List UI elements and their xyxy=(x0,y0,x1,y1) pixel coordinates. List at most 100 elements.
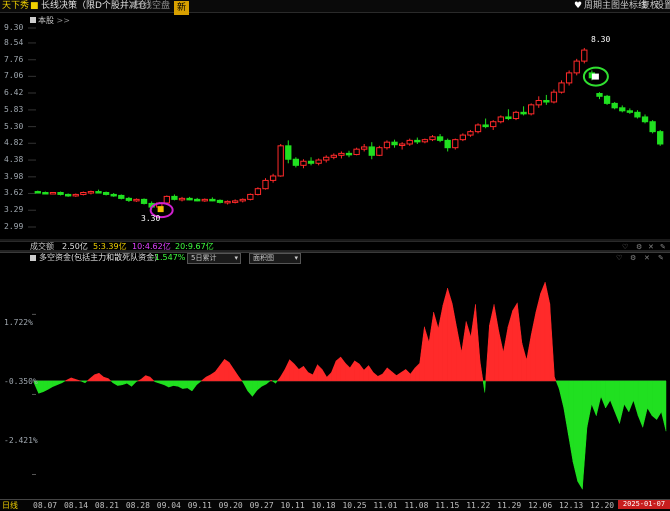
period-label[interactable]: 日线 xyxy=(2,500,18,511)
flow-area-segment xyxy=(447,288,453,382)
flow-area-segment xyxy=(489,304,495,382)
flow-area-segment xyxy=(335,356,341,382)
flow-area-segment xyxy=(89,374,95,382)
candle-body xyxy=(558,82,565,93)
flow-area-segment xyxy=(465,321,472,382)
close-icon[interactable]: ✕ xyxy=(648,242,654,252)
check-icon xyxy=(30,255,36,261)
candle-body xyxy=(42,192,49,195)
flow-title: 多空资金(包括主力和散死队资金) xyxy=(39,253,158,262)
candle-body xyxy=(209,198,216,202)
flow-area-segment xyxy=(563,380,569,436)
flow-area-segment xyxy=(140,374,146,382)
candle-body xyxy=(497,116,504,123)
gear-icon[interactable]: ⚙ xyxy=(630,253,636,263)
flow-area-segment xyxy=(507,310,513,382)
flow-area-segment xyxy=(131,380,137,387)
candle-body xyxy=(619,107,626,112)
flow-area-segment xyxy=(470,304,476,382)
flow-area-segment xyxy=(110,380,114,384)
candle-body xyxy=(626,110,634,113)
flow-area-segment xyxy=(298,365,304,382)
flow-ytick: -2.421% xyxy=(4,436,38,445)
candle-body xyxy=(543,100,550,103)
close-icon[interactable]: ✕ xyxy=(644,253,650,263)
flow-area-segment xyxy=(572,380,578,482)
flow-area-segment xyxy=(66,377,72,382)
flow-area-segment xyxy=(591,380,597,416)
flow-area-segment xyxy=(642,380,648,428)
candle-body xyxy=(292,158,300,166)
low-signal-icon xyxy=(157,206,164,213)
flow-area-segment xyxy=(475,304,481,382)
candle-body xyxy=(216,199,224,203)
candle-body xyxy=(80,192,87,195)
flow-area-segment xyxy=(354,360,360,382)
flow-area-segment xyxy=(145,375,151,382)
candle-body xyxy=(391,141,398,146)
gear-icon[interactable]: ⚙ xyxy=(636,242,642,252)
candle-body xyxy=(323,156,330,161)
flow-area-segment xyxy=(651,380,657,421)
volume-label: 成交额 xyxy=(30,242,54,251)
candle-body xyxy=(505,116,512,120)
heart-icon[interactable]: ♡ xyxy=(622,242,628,252)
candle-body xyxy=(467,131,474,136)
candle-body xyxy=(414,139,421,143)
pin-icon[interactable]: ✎ xyxy=(658,253,664,263)
heart-icon[interactable]: ♡ xyxy=(616,253,622,263)
flow-area-segment xyxy=(596,380,602,416)
flow-area-segment xyxy=(428,312,434,382)
flow-area-segment xyxy=(577,380,583,491)
flow-area-segment xyxy=(410,367,416,382)
flow-area-segment xyxy=(256,380,262,391)
flow-area-segment xyxy=(479,361,484,382)
candle-body xyxy=(361,146,368,150)
flow-area-segment xyxy=(168,380,174,388)
flow-area-segment xyxy=(414,362,420,382)
flow-area-segment xyxy=(135,380,138,383)
flow-area-segment xyxy=(498,330,504,382)
candle-body xyxy=(262,179,269,190)
flow-area-segment xyxy=(47,380,53,390)
candle-body xyxy=(231,200,239,203)
flow-area-segment xyxy=(242,380,249,392)
flow-area-segment xyxy=(117,380,123,386)
flow-header: 多空资金(包括主力和散死队资金) -1.547% 5日累计 ▾ 面积图 ▾ ♡ ⚙ … xyxy=(0,252,670,264)
style-select[interactable]: 面积图 ▾ xyxy=(249,253,301,264)
candle-body xyxy=(125,197,133,201)
flow-ytick: -0.350% xyxy=(4,377,38,386)
flow-area-segment xyxy=(293,363,300,382)
candle-body xyxy=(65,193,72,197)
flow-value: -1.547% xyxy=(152,253,186,262)
flow-area-segment xyxy=(154,380,160,384)
flow-area-segment xyxy=(633,380,639,416)
flow-area-segment xyxy=(149,376,155,382)
flow-area-segment xyxy=(331,360,337,382)
flow-area-segment xyxy=(112,380,118,387)
flow-area-segment xyxy=(247,380,253,398)
pin-icon[interactable]: ✎ xyxy=(660,242,666,252)
flow-area-segment xyxy=(628,380,634,412)
period-select[interactable]: 5日累计 ▾ xyxy=(187,253,241,264)
flow-area-segment xyxy=(163,380,170,388)
flow-area-segment xyxy=(405,368,411,382)
candle-body xyxy=(345,152,353,156)
flow-area-segment xyxy=(345,362,351,382)
candle-body xyxy=(353,148,360,156)
flow-area-segment xyxy=(400,368,407,382)
flow-area-segment xyxy=(568,380,574,463)
flow-area-segment xyxy=(98,372,104,382)
candle-body xyxy=(239,198,246,202)
flow-area-segment xyxy=(80,380,86,384)
flow-area-segment xyxy=(289,359,295,382)
high-signal-icon xyxy=(591,73,599,80)
candle-body xyxy=(330,154,337,158)
flow-area-segment xyxy=(368,364,374,382)
flow-area-segment xyxy=(442,288,448,382)
flow-area-segment xyxy=(284,359,290,382)
volume-bar: 成交额 2.50亿 5:3.39亿 10:4.62亿 20:9.67亿 ♡ ⚙ … xyxy=(0,241,670,252)
flow-area-segment xyxy=(224,358,230,382)
flow-area-segment xyxy=(485,325,490,382)
flow-area-segment xyxy=(321,368,328,382)
